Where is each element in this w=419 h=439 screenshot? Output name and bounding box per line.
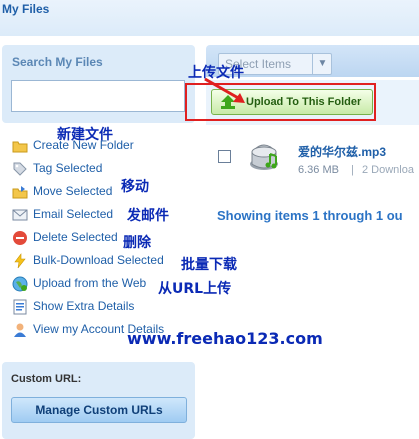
action-label: Email Selected [33,207,114,221]
globe-icon [12,276,28,292]
annotation-bulk-download: 批量下载 [181,257,237,273]
file-name-link[interactable]: 爱的华尔兹.mp3 [298,143,386,160]
move-icon [12,186,28,199]
user-icon [14,323,26,337]
upload-button-label: Upload To This Folder [246,96,362,108]
action-label: Upload from the Web [33,276,147,290]
lightning-icon [14,253,26,269]
annotation-delete: 删除 [123,235,151,251]
search-label: Search My Files [12,55,103,69]
annotation-upload-url: 从URL上传 [158,281,232,297]
manage-custom-urls-button[interactable]: Manage Custom URLs [11,397,187,423]
action-label: Tag Selected [33,161,103,175]
audio-file-icon [250,144,278,170]
email-icon [12,209,28,221]
custom-url-label: Custom URL: [11,373,82,385]
action-label: Bulk-Download Selected [33,253,164,267]
watermark-text: www.freehao123.com [127,329,323,348]
folder-icon [12,141,28,153]
header-bar [0,0,419,36]
page-title: My Files [2,2,50,16]
showing-items-text: Showing items 1 through 1 ou [217,208,403,223]
action-label: Delete Selected [33,230,118,244]
annotation-move: 移动 [121,179,149,195]
action-label: Show Extra Details [33,299,135,313]
search-input[interactable] [11,80,185,112]
annotation-upload-file: 上传文件 [188,65,244,81]
chevron-down-icon[interactable]: ▼ [312,54,332,74]
file-checkbox[interactable] [218,150,231,163]
file-separator: | [351,164,354,176]
annotation-new-folder: 新建文件 [57,127,113,143]
file-size: 6.36 MB [298,164,339,176]
details-icon [13,299,27,315]
file-download-count: 2 Downloa [362,164,414,176]
annotation-send-email: 发邮件 [127,208,169,224]
delete-icon [13,231,27,245]
tag-icon [13,162,27,176]
action-label: Move Selected [33,184,113,198]
